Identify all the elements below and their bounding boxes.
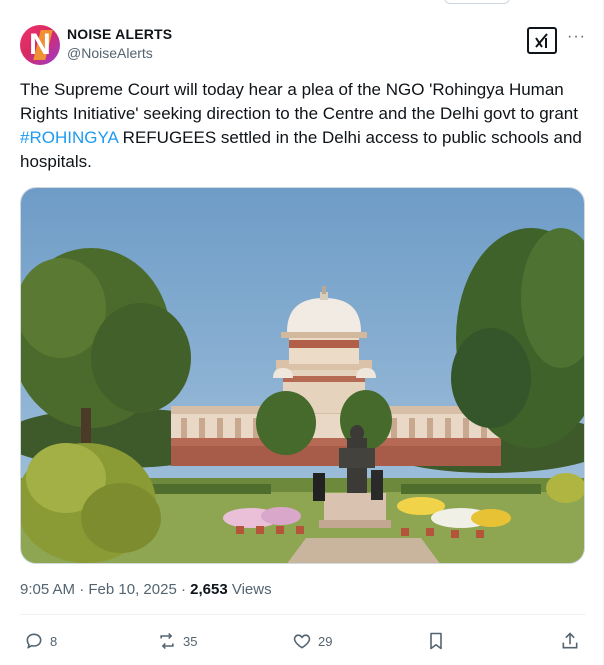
hashtag-link[interactable]: #ROHINGYA [20, 128, 118, 147]
tweet-text: The Supreme Court will today hear a plea… [20, 78, 586, 174]
reply-button[interactable]: 8 [24, 628, 57, 654]
tweet-text-before: The Supreme Court will today hear a plea… [20, 80, 578, 123]
tweet-meta: 9:05 AM · Feb 10, 2025 · 2,653 Views [20, 581, 272, 598]
avatar[interactable]: N [20, 25, 60, 65]
action-bar: 8 35 29 [0, 628, 604, 656]
meta-separator-1: · [79, 581, 85, 598]
share-button[interactable] [560, 628, 580, 654]
grok-glyph [535, 33, 548, 48]
author-handle[interactable]: @NoiseAlerts [67, 45, 172, 61]
divider [20, 614, 586, 615]
reply-count: 8 [50, 633, 58, 649]
author-display-name[interactable]: NOISE ALERTS [67, 26, 172, 42]
grok-icon[interactable] [527, 27, 557, 54]
tweet-card: N NOISE ALERTS @NoiseAlerts ··· The Supr… [0, 0, 604, 665]
reply-icon [26, 633, 42, 649]
top-pill-button[interactable] [444, 0, 510, 4]
meta-separator-2: · [180, 581, 186, 598]
views-label: Views [231, 581, 272, 598]
more-options-icon[interactable]: ··· [567, 28, 586, 46]
avatar-letter: N [29, 28, 51, 61]
views-count: 2,653 [190, 581, 228, 598]
author-block: NOISE ALERTS @NoiseAlerts [67, 26, 172, 61]
bookmark-button[interactable] [426, 628, 446, 654]
repost-icon [160, 632, 174, 650]
heart-icon [293, 634, 311, 649]
repost-button[interactable]: 35 [157, 628, 197, 654]
share-icon [562, 632, 578, 649]
like-count: 29 [318, 633, 333, 649]
repost-count: 35 [183, 633, 198, 649]
tweet-photo[interactable] [20, 187, 585, 564]
like-button[interactable]: 29 [292, 628, 332, 654]
tweet-date[interactable]: Feb 10, 2025 [88, 581, 176, 598]
photo-supreme-court [21, 188, 584, 563]
tweet-time[interactable]: 9:05 AM [20, 581, 75, 598]
bookmark-icon [430, 632, 442, 650]
